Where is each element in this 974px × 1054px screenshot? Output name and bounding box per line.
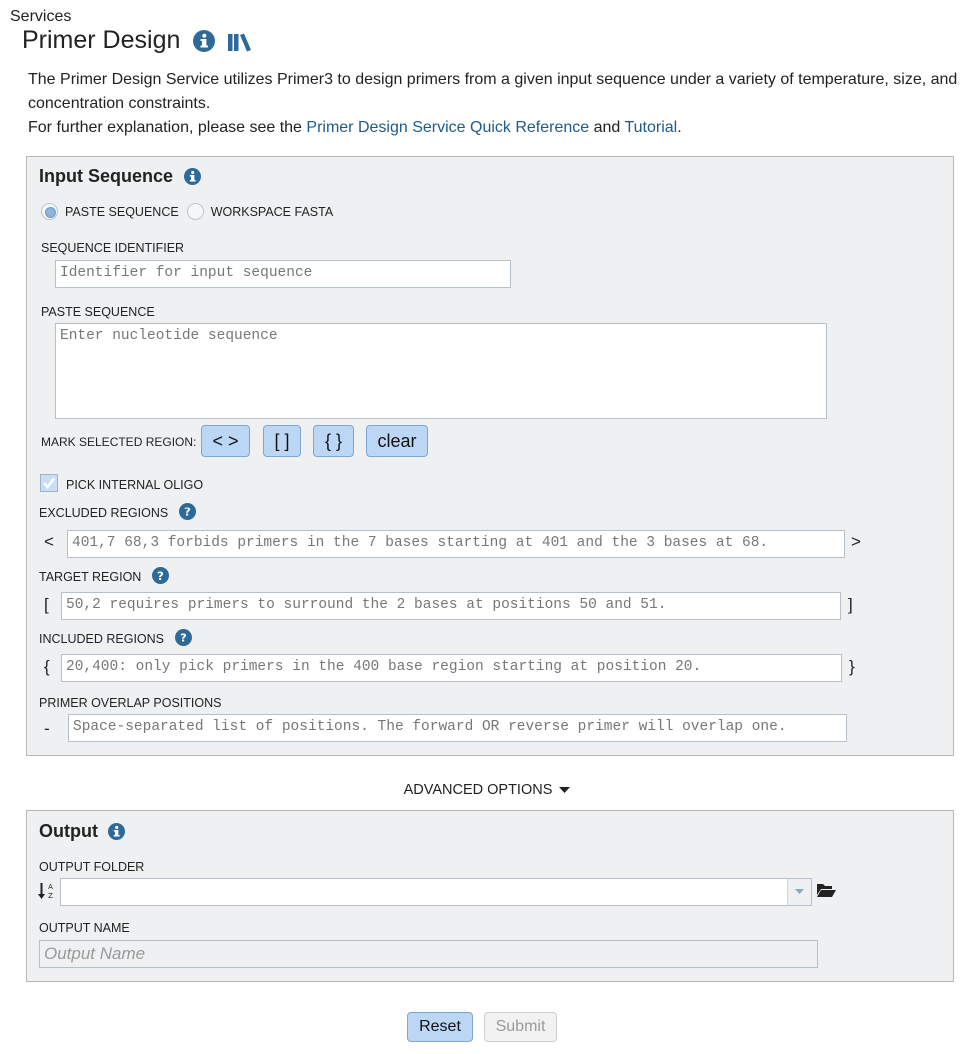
help-icon[interactable]: ?	[179, 502, 197, 520]
checkmark-icon	[43, 477, 55, 489]
folder-open-icon[interactable]	[816, 882, 836, 898]
target-region-label: TARGET REGION	[39, 570, 142, 584]
output-folder-label: OUTPUT FOLDER	[39, 860, 145, 874]
target-region-input[interactable]: 50,2 requires primers to surround the 2 …	[61, 592, 841, 620]
submit-button[interactable]: Submit	[484, 1012, 557, 1042]
primer-overlap-input[interactable]: Space-separated list of positions. The f…	[68, 714, 847, 742]
primer-overlap-label: PRIMER OVERLAP POSITIONS	[39, 696, 222, 710]
included-open-bracket: {	[44, 657, 50, 676]
paste-sequence-radio[interactable]	[41, 203, 58, 220]
clear-marks-button[interactable]: clear	[366, 425, 428, 457]
tutorial-link[interactable]: Tutorial	[624, 119, 677, 136]
pick-internal-oligo-checkbox[interactable]	[40, 474, 58, 492]
included-regions-label: INCLUDED REGIONS	[39, 632, 165, 646]
advanced-options-toggle[interactable]: ADVANCED OPTIONS	[0, 782, 974, 798]
input-sequence-title: Input Sequence	[39, 166, 174, 186]
excluded-open-bracket: <	[44, 532, 54, 551]
paste-sequence-label: PASTE SEQUENCE	[41, 305, 155, 319]
output-folder-select[interactable]	[60, 878, 812, 906]
target-open-bracket: [	[44, 595, 49, 614]
page-header: Primer Design	[22, 26, 255, 55]
mark-target-button[interactable]: [ ]	[263, 425, 301, 457]
included-regions-input[interactable]: 20,400: only pick primers in the 400 bas…	[61, 654, 842, 682]
info-icon[interactable]	[184, 168, 202, 185]
description-and: and	[589, 119, 625, 136]
svg-text:A: A	[48, 883, 53, 891]
excluded-regions-input[interactable]: 401,7 68,3 forbids primers in the 7 base…	[67, 530, 845, 558]
excluded-close-bracket: >	[851, 532, 861, 551]
description-line1: The Primer Design Service utilizes Prime…	[28, 71, 958, 112]
library-icon[interactable]	[227, 30, 255, 52]
folder-dropdown-button[interactable]	[787, 879, 811, 905]
sequence-identifier-label: SEQUENCE IDENTIFIER	[41, 241, 185, 255]
breadcrumb[interactable]: Services	[10, 8, 71, 26]
workspace-fasta-radio[interactable]	[186, 203, 204, 220]
pick-internal-oligo-label[interactable]: PICK INTERNAL OLIGO	[66, 478, 203, 492]
description-line2-prefix: For further explanation, please see the	[28, 119, 307, 136]
svg-text:Z: Z	[48, 892, 53, 900]
workspace-fasta-radio-label[interactable]: WORKSPACE FASTA	[211, 205, 333, 219]
excluded-regions-label: EXCLUDED REGIONS	[39, 506, 169, 520]
caret-down-icon	[559, 787, 571, 793]
mark-excluded-button[interactable]: < >	[201, 425, 250, 457]
advanced-options-label[interactable]: ADVANCED OPTIONS	[404, 782, 553, 798]
output-name-input[interactable]: Output Name	[39, 940, 818, 968]
mark-selected-region-label: MARK SELECTED REGION:	[41, 435, 197, 449]
service-description: The Primer Design Service utilizes Prime…	[28, 68, 958, 140]
svg-text:?: ?	[180, 630, 187, 644]
help-icon[interactable]: ?	[175, 628, 193, 646]
included-close-bracket: }	[849, 657, 855, 676]
sequence-identifier-input[interactable]: Identifier for input sequence	[55, 260, 511, 288]
info-icon[interactable]	[107, 823, 125, 840]
overlap-prefix: -	[44, 719, 50, 738]
dropdown-arrow-icon	[795, 889, 804, 894]
mark-included-button[interactable]: { }	[313, 425, 354, 457]
paste-sequence-textarea[interactable]: Enter nucleotide sequence	[55, 323, 827, 419]
output-panel: Output OUTPUT FOLDER A Z OUTPUT NAME Out…	[26, 810, 954, 982]
reset-button[interactable]: Reset	[407, 1012, 473, 1042]
paste-sequence-radio-label[interactable]: PASTE SEQUENCE	[65, 205, 179, 219]
output-name-label: OUTPUT NAME	[39, 921, 130, 935]
target-close-bracket: ]	[848, 595, 853, 614]
input-sequence-panel: Input Sequence PASTE SEQUENCE WORKSPACE …	[26, 156, 954, 756]
svg-text:?: ?	[184, 504, 191, 518]
description-suffix: .	[677, 119, 682, 136]
help-icon[interactable]: ?	[152, 566, 170, 584]
quick-reference-link[interactable]: Primer Design Service Quick Reference	[306, 119, 589, 136]
page-title: Primer Design	[22, 26, 181, 54]
info-icon[interactable]	[193, 29, 216, 52]
svg-text:?: ?	[157, 568, 164, 582]
output-title: Output	[39, 821, 98, 841]
sort-alpha-icon[interactable]: A Z	[38, 881, 56, 901]
